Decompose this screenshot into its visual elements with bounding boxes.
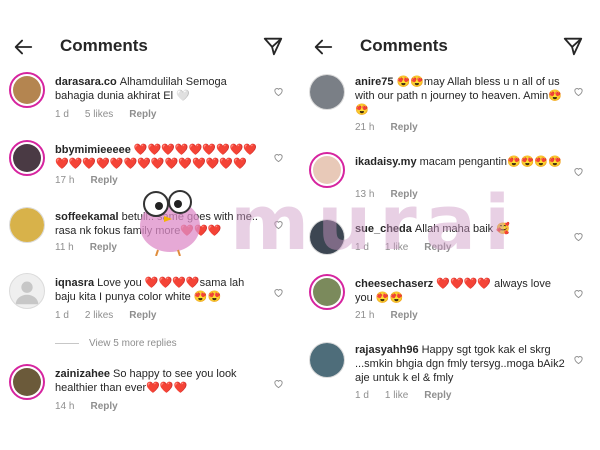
reply-button[interactable]: Reply [90, 175, 117, 186]
back-arrow-icon[interactable] [12, 36, 34, 58]
heart-icon[interactable] [273, 152, 284, 163]
comment-username[interactable]: sue_cheda [355, 223, 412, 235]
comment-username[interactable]: zainizahee [55, 368, 110, 380]
comment-time: 11 h [55, 242, 74, 253]
default-avatar-icon [15, 281, 39, 305]
comment-time: 1 d [355, 390, 369, 401]
comment-time: 1 d [55, 310, 69, 321]
heart-icon[interactable] [573, 354, 584, 365]
reply-button[interactable]: Reply [424, 390, 451, 401]
comment-text: macam pengantin😍😍😍😍 [419, 156, 562, 168]
comment-username[interactable]: anire75 [355, 76, 394, 88]
heart-icon[interactable] [273, 219, 284, 230]
page-title: Comments [60, 36, 148, 55]
heart-icon[interactable] [273, 287, 284, 298]
heart-icon[interactable] [573, 288, 584, 299]
comment-username[interactable]: ikadaisy.my [355, 156, 417, 168]
send-icon[interactable] [562, 35, 584, 57]
send-icon[interactable] [262, 35, 284, 57]
reply-button[interactable]: Reply [424, 242, 451, 253]
comment-likes[interactable]: 1 like [385, 242, 408, 253]
comment-time: 17 h [55, 175, 75, 186]
reply-button[interactable]: Reply [90, 401, 117, 412]
comment-username[interactable]: cheesechaserz [355, 278, 433, 290]
reply-button[interactable]: Reply [390, 122, 417, 133]
comment-likes[interactable]: 2 likes [85, 310, 113, 321]
heart-icon[interactable] [573, 86, 584, 97]
avatar[interactable] [309, 342, 345, 378]
reply-button[interactable]: Reply [90, 242, 117, 253]
page-title: Comments [360, 36, 448, 55]
view-more-replies[interactable]: View 5 more replies [55, 338, 177, 349]
comment-username[interactable]: iqnasra [55, 277, 94, 289]
heart-icon[interactable] [273, 86, 284, 97]
comment-time: 21 h [355, 310, 375, 321]
avatar[interactable] [9, 72, 45, 108]
comment-username[interactable]: soffeekamal [55, 211, 119, 223]
reply-button[interactable]: Reply [390, 310, 417, 321]
heart-icon[interactable] [573, 166, 584, 177]
back-arrow-icon[interactable] [312, 36, 334, 58]
comments-panel-right: Comments anire75 😍😍may Allah bless u n al… [300, 0, 600, 450]
heart-icon[interactable] [573, 231, 584, 242]
comment-text: Allah maha baik 🥰 [414, 223, 510, 235]
comment-time: 14 h [55, 401, 75, 412]
comment-username[interactable]: rajasyahh96 [355, 344, 419, 356]
comment-likes[interactable]: 5 likes [85, 109, 113, 120]
avatar[interactable] [309, 152, 345, 188]
avatar[interactable] [9, 364, 45, 400]
comments-panel-left: Comments darasara.co Alhamdulilah Semoga … [0, 0, 300, 450]
avatar[interactable] [9, 207, 45, 243]
avatar[interactable] [309, 274, 345, 310]
comment-time: 21 h [355, 122, 375, 133]
divider [55, 342, 79, 344]
reply-button[interactable]: Reply [129, 109, 156, 120]
avatar[interactable] [9, 140, 45, 176]
comment-username[interactable]: darasara.co [55, 76, 117, 88]
reply-button[interactable]: Reply [129, 310, 156, 321]
avatar[interactable] [9, 273, 45, 309]
avatar[interactable] [309, 74, 345, 110]
avatar[interactable] [309, 219, 345, 255]
reply-button[interactable]: Reply [390, 189, 417, 200]
heart-icon[interactable] [273, 378, 284, 389]
comment-time: 13 h [355, 189, 375, 200]
comment-time: 1 d [355, 242, 369, 253]
comment-likes[interactable]: 1 like [385, 390, 408, 401]
comment-time: 1 d [55, 109, 69, 120]
header: Comments [300, 30, 600, 64]
comment-username[interactable]: bbymimieeeee [55, 144, 131, 156]
header: Comments [0, 30, 300, 64]
